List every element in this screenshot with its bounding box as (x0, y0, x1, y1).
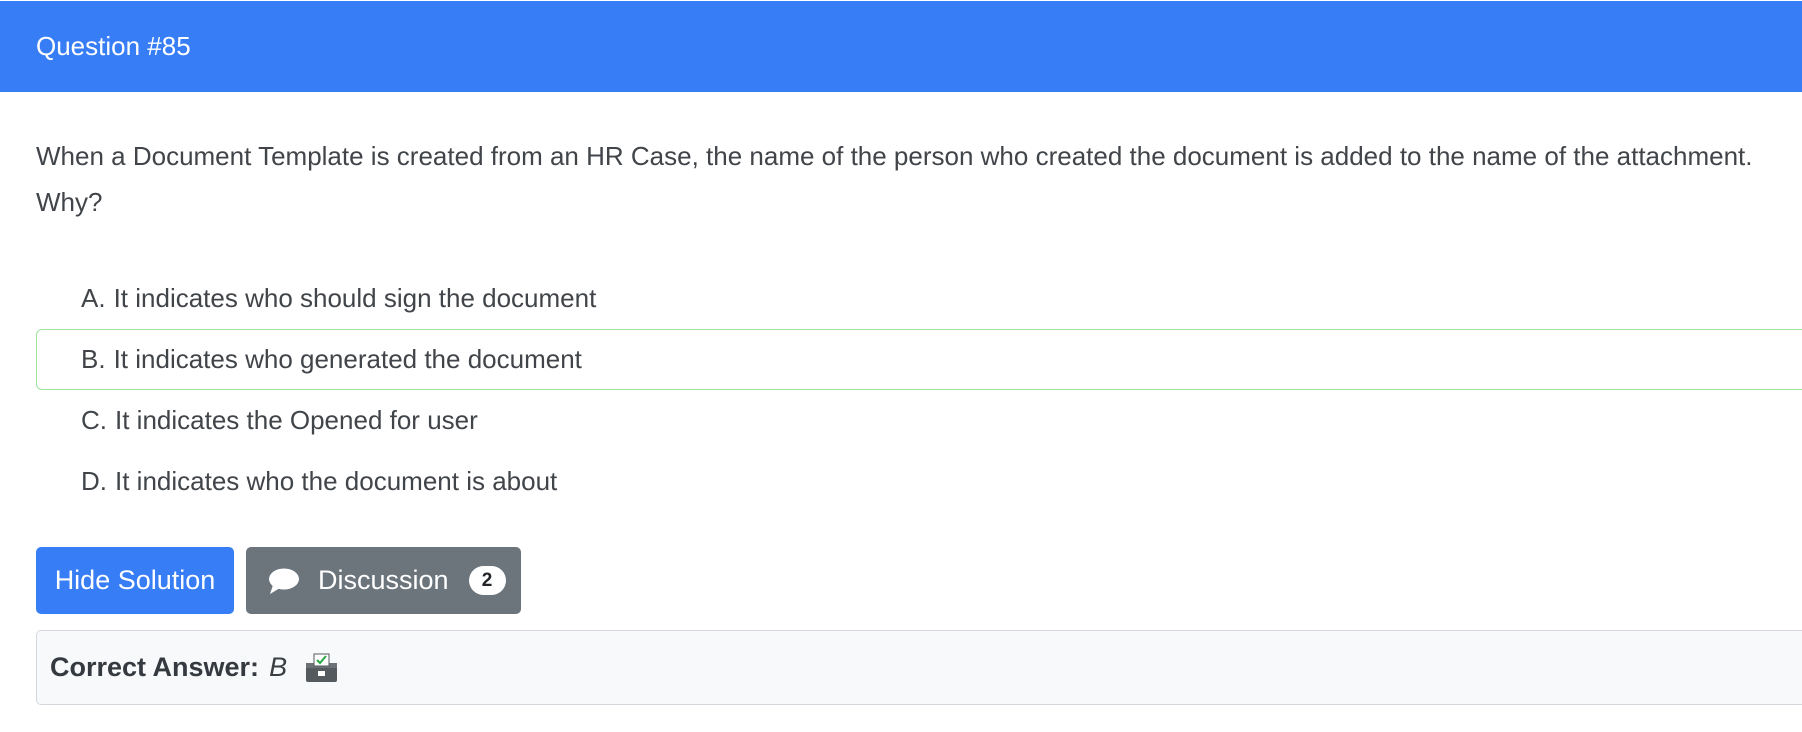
discussion-button[interactable]: Discussion 2 (246, 547, 521, 614)
question-header: Question #85 (0, 1, 1802, 92)
choice-letter: C. (81, 405, 107, 435)
choice-c[interactable]: C. It indicates the Opened for user (36, 390, 1802, 451)
choice-list: A. It indicates who should sign the docu… (36, 268, 1802, 512)
choice-a[interactable]: A. It indicates who should sign the docu… (36, 268, 1802, 329)
choice-letter: D. (81, 466, 107, 496)
hide-solution-button[interactable]: Hide Solution (36, 547, 234, 614)
speech-bubble-icon (268, 567, 300, 595)
hide-solution-label: Hide Solution (54, 565, 216, 595)
choice-text: It indicates who should sign the documen… (113, 283, 597, 313)
discussion-count-badge: 2 (468, 566, 506, 595)
choice-text: It indicates who generated the document (113, 344, 582, 374)
question-text-line: When a Document Template is created from… (36, 141, 1753, 171)
correct-answer-panel: Correct Answer: B (36, 630, 1802, 705)
choice-b[interactable]: B. It indicates who generated the docume… (36, 329, 1802, 390)
question-title: Question #85 (36, 31, 191, 61)
correct-answer-label: Correct Answer: (50, 652, 260, 682)
choice-letter: A. (81, 283, 106, 313)
choice-d[interactable]: D. It indicates who the document is abou… (36, 451, 1802, 512)
discussion-label: Discussion (318, 565, 449, 595)
question-text-line: Why? (36, 187, 103, 217)
choice-text: It indicates who the document is about (115, 466, 558, 496)
choice-text: It indicates the Opened for user (115, 405, 478, 435)
correct-answer-value: B (269, 652, 288, 682)
question-text: When a Document Template is created from… (36, 133, 1766, 225)
choice-letter: B. (81, 344, 106, 374)
ballot-box-icon[interactable] (305, 653, 338, 683)
